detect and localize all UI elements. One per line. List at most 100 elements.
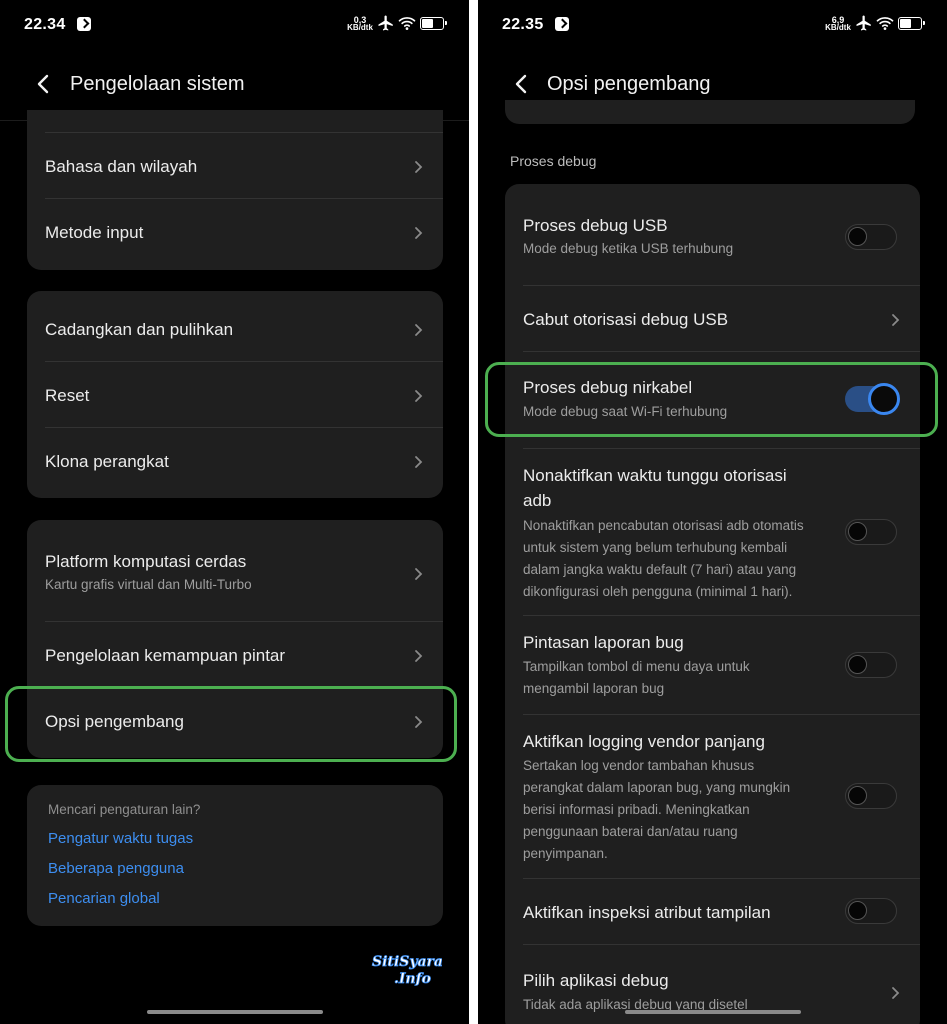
settings-item-label: adb (523, 491, 552, 510)
settings-item-label: Opsi pengembang (45, 712, 184, 731)
home-indicator[interactable] (625, 1010, 801, 1014)
settings-item-view-attribute-inspection[interactable]: Aktifkan inspeksi atribut tampilan (505, 879, 920, 944)
settings-item-subtitle: Tampilkan tombol di menu daya untuk (523, 659, 750, 674)
left-screen: 22.34 0,3 KB/dtk Pengelolaan sistem Baha… (0, 0, 469, 1024)
settings-item-language-region[interactable]: Bahasa dan wilayah (27, 133, 443, 199)
bug-report-toggle[interactable] (845, 652, 897, 678)
settings-item-label: Cabut otorisasi debug USB (523, 310, 729, 329)
view-attribute-toggle[interactable] (845, 898, 897, 924)
page-title: Opsi pengembang (547, 73, 711, 95)
settings-item-label: Aktifkan logging vendor panjang (523, 732, 765, 751)
status-time: 22.34 (24, 16, 66, 33)
settings-item-label: Klona perangkat (45, 452, 169, 471)
wifi-icon (876, 17, 894, 30)
settings-item-label: Proses debug nirkabel (523, 378, 693, 397)
settings-card-smart: Platform komputasi cerdas Kartu grafis v… (27, 520, 443, 758)
watermark-logo: SitiSyarah .Info (372, 954, 442, 988)
status-bar: 22.35 6,9 KB/dtk (478, 0, 947, 50)
settings-item-revoke-usb-auth[interactable]: Cabut otorisasi debug USB (505, 286, 920, 352)
page-title: Pengelolaan sistem (70, 73, 245, 95)
right-screen: 22.35 6,9 KB/dtk Opsi pengembang Proses … (478, 0, 947, 1024)
settings-item-subtitle: penyimpanan. (523, 846, 608, 861)
settings-item-subtitle: Mode debug saat Wi-Fi terhubung (523, 404, 728, 419)
settings-item-subtitle: dalam jangka waktu default (7 hari) atau… (523, 562, 797, 577)
usb-debugging-toggle[interactable] (845, 224, 897, 250)
wifi-icon (398, 17, 416, 30)
settings-item-subtitle: Kartu grafis virtual dan Multi-Turbo (45, 577, 252, 592)
notification-icon (77, 17, 91, 31)
chevron-right-icon (892, 987, 900, 999)
settings-item-usb-debugging[interactable]: Proses debug USB Mode debug ketika USB t… (505, 184, 920, 285)
svg-text:SitiSyarah: SitiSyarah (372, 954, 442, 970)
battery-icon (420, 17, 447, 30)
settings-item-wireless-debugging[interactable]: Proses debug nirkabel Mode debug saat Wi… (505, 352, 920, 448)
back-arrow-icon[interactable] (514, 73, 528, 95)
settings-item-subtitle: Sertakan log vendor tambahan khusus (523, 758, 755, 773)
settings-item-vendor-logging[interactable]: Aktifkan logging vendor panjang Sertakan… (505, 715, 920, 878)
settings-item-label: Pintasan laporan bug (523, 633, 684, 652)
airplane-mode-icon (856, 15, 871, 31)
settings-item-subtitle: mengambil laporan bug (523, 681, 665, 696)
battery-icon (898, 17, 925, 30)
home-indicator[interactable] (147, 1010, 323, 1014)
settings-item-disable-adb-timeout[interactable]: Nonaktifkan waktu tunggu otorisasi adb N… (505, 449, 920, 615)
settings-item-developer-options[interactable]: Opsi pengembang (27, 688, 443, 754)
network-speed-unit: KB/dtk (825, 23, 851, 32)
adb-timeout-toggle[interactable] (845, 519, 897, 545)
chevron-right-icon (415, 227, 423, 239)
debug-settings-card: Proses debug USB Mode debug ketika USB t… (505, 184, 920, 1024)
settings-item-label: Aktifkan inspeksi atribut tampilan (523, 903, 771, 922)
section-label-debug: Proses debug (510, 153, 597, 169)
network-speed: 6,9 KB/dtk (823, 16, 853, 32)
settings-item-clone-device[interactable]: Klona perangkat (27, 428, 443, 494)
settings-item-subtitle: untuk sistem yang belum terhubung kembal… (523, 540, 788, 555)
status-time: 22.35 (502, 16, 544, 33)
search-hint: Mencari pengaturan lain? (48, 802, 201, 817)
chevron-right-icon (415, 456, 423, 468)
settings-item-subtitle: berisi informasi pribadi. Meningkatkan (523, 802, 750, 817)
chevron-right-icon (892, 314, 900, 326)
back-arrow-icon[interactable] (36, 73, 50, 95)
chevron-right-icon (415, 390, 423, 402)
chevron-right-icon (415, 324, 423, 336)
page-header: Pengelolaan sistem (0, 60, 469, 110)
search-suggestions-card: Mencari pengaturan lain? Pengatur waktu … (27, 785, 443, 926)
chevron-right-icon (415, 716, 423, 728)
chevron-right-icon (415, 568, 423, 580)
wireless-debugging-toggle[interactable] (845, 383, 900, 415)
settings-item-label: Reset (45, 386, 90, 405)
settings-card-language: Bahasa dan wilayah Metode input (27, 110, 443, 270)
link-global-search[interactable]: Pencarian global (48, 890, 160, 907)
settings-item-backup-restore[interactable]: Cadangkan dan pulihkan (27, 295, 443, 361)
settings-item-input-method[interactable]: Metode input (27, 199, 443, 265)
link-task-timer[interactable]: Pengatur waktu tugas (48, 830, 193, 847)
network-speed-unit: KB/dtk (347, 23, 373, 32)
settings-item-subtitle: perangkat dalam laporan bug, yang mungki… (523, 780, 791, 795)
notification-icon (555, 17, 569, 31)
link-multiple-users[interactable]: Beberapa pengguna (48, 860, 184, 877)
settings-item-label: Pengelolaan kemampuan pintar (45, 646, 286, 665)
settings-card-backup: Cadangkan dan pulihkan Reset Klona peran… (27, 291, 443, 498)
settings-item-subtitle: penggunaan baterai dan/atau ruang (523, 824, 738, 839)
settings-item-label: Pilih aplikasi debug (523, 971, 669, 990)
settings-item-label: Metode input (45, 223, 144, 242)
settings-item-subtitle: dikonfigurasi oleh pengguna (minimal 1 h… (523, 584, 793, 599)
svg-text:.Info: .Info (394, 971, 431, 987)
settings-item-bug-report-shortcut[interactable]: Pintasan laporan bug Tampilkan tombol di… (505, 616, 920, 714)
airplane-mode-icon (378, 15, 393, 31)
settings-item-label: Bahasa dan wilayah (45, 157, 198, 176)
previous-card-edge (505, 100, 915, 124)
settings-item-label: Cadangkan dan pulihkan (45, 320, 234, 339)
settings-item-label: Proses debug USB (523, 216, 668, 235)
settings-item-subtitle: Nonaktifkan pencabutan otorisasi adb oto… (523, 518, 804, 533)
status-bar: 22.34 0,3 KB/dtk (0, 0, 469, 50)
settings-item-subtitle: Mode debug ketika USB terhubung (523, 241, 734, 256)
settings-item-reset[interactable]: Reset (27, 362, 443, 428)
settings-item-label: Nonaktifkan waktu tunggu otorisasi (523, 466, 787, 485)
settings-item-smart-capabilities[interactable]: Pengelolaan kemampuan pintar (27, 622, 443, 688)
settings-item-smart-computing[interactable]: Platform komputasi cerdas Kartu grafis v… (27, 520, 443, 621)
vendor-logging-toggle[interactable] (845, 783, 897, 809)
network-speed: 0,3 KB/dtk (345, 16, 375, 32)
chevron-right-icon (415, 650, 423, 662)
settings-item-label: Platform komputasi cerdas (45, 552, 247, 571)
